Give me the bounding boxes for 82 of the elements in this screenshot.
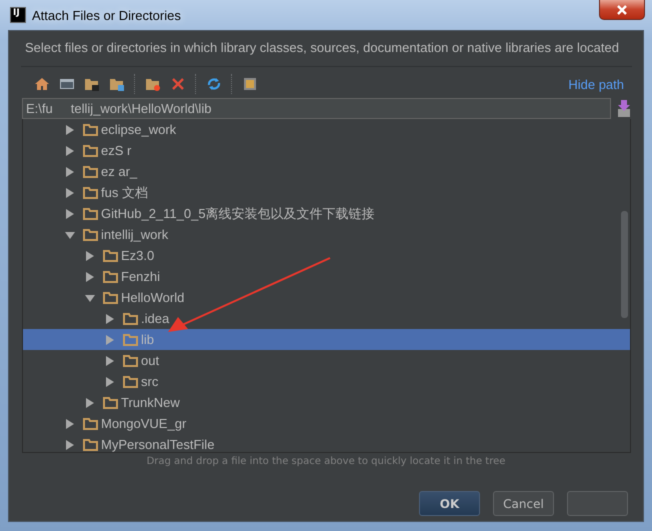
folder-name: HelloWorld: [121, 290, 184, 305]
expand-arrow-icon[interactable]: [65, 418, 75, 428]
folder-name: ez ar_: [101, 164, 138, 179]
description-text: Select files or directories in which library classes, sources, documentation or native libraries are located: [24, 39, 620, 57]
folder-name: eclipse_work: [101, 122, 176, 137]
refresh-icon[interactable]: [206, 76, 222, 92]
tree-row[interactable]: HelloWorld: [23, 287, 630, 308]
folder-name: MongoVUE_gr: [101, 416, 186, 431]
tree-row[interactable]: GitHub_2_11_0_5离线安装包以及文件下载链接: [23, 203, 630, 224]
expand-arrow-icon[interactable]: [65, 208, 75, 218]
expand-arrow-icon[interactable]: [65, 188, 75, 198]
folder-icon: [83, 123, 98, 136]
window-title: Attach Files or Directories: [32, 8, 181, 22]
folder-icon: [123, 354, 138, 367]
folder-name: intellij_work: [101, 227, 168, 242]
folder-icon: [103, 249, 118, 262]
hide-path-link[interactable]: Hide path: [568, 76, 624, 92]
folder-icon: [123, 375, 138, 388]
folder-icon: [83, 165, 98, 178]
home-icon[interactable]: [34, 76, 50, 92]
tree-row[interactable]: Ez3.0: [23, 245, 630, 266]
folder-icon: [83, 144, 98, 157]
folder-name: src: [141, 374, 158, 389]
tree-row[interactable]: ezS r: [23, 140, 630, 161]
expand-arrow-icon[interactable]: [65, 146, 75, 156]
tree-row[interactable]: Fenzhi: [23, 266, 630, 287]
folder-name: Ez3.0: [121, 248, 154, 263]
delete-icon[interactable]: [170, 76, 186, 92]
expand-arrow-icon[interactable]: [105, 314, 115, 324]
tree-row[interactable]: fus 文档: [23, 182, 630, 203]
expand-arrow-icon[interactable]: [105, 376, 115, 386]
expand-arrow-icon[interactable]: [65, 124, 75, 134]
folder-name: ezS r: [101, 143, 132, 158]
folder-name: fus 文档: [101, 184, 148, 202]
window-icon[interactable]: [59, 76, 75, 92]
folder-name: out: [141, 353, 160, 368]
dialog-button[interactable]: OK: [419, 491, 480, 516]
folder-name: Fenzhi: [121, 269, 160, 284]
folder-icon: [83, 186, 98, 199]
folder-name: TrunkNew: [121, 395, 180, 410]
new-folder-icon[interactable]: [145, 76, 161, 92]
download-icon[interactable]: [617, 100, 631, 118]
close-icon: [616, 4, 628, 14]
folder-icon: [103, 270, 118, 283]
folder-icon: [83, 417, 98, 430]
path-field[interactable]: E:\fu tellij_work\HelloWorld\lib: [22, 98, 611, 119]
folder-icon: [103, 291, 118, 304]
folder-name: .idea: [141, 311, 170, 326]
expand-arrow-icon[interactable]: [105, 356, 115, 366]
tree-row[interactable]: MyPersonalTestFile: [23, 434, 630, 452]
folder-name: lib: [141, 332, 154, 347]
tree-row[interactable]: TrunkNew: [23, 392, 630, 413]
folder-icon: [83, 228, 98, 241]
folder-icon[interactable]: [109, 76, 125, 92]
folder-name: MyPersonalTestFile: [101, 437, 214, 452]
tree-row[interactable]: MongoVUE_gr: [23, 413, 630, 434]
folder-icon: [83, 207, 98, 220]
expand-arrow-icon[interactable]: [65, 166, 75, 176]
expand-arrow-icon[interactable]: [85, 398, 95, 408]
drag-drop-hint: Drag and drop a file into the space above to quickly locate it in the tree: [146, 456, 506, 467]
close-button[interactable]: [599, 0, 645, 20]
folder-icon: [123, 312, 138, 325]
folder-name: GitHub_2_11_0_5离线安装包以及文件下载链接: [101, 204, 375, 222]
collapse-arrow-icon[interactable]: [85, 292, 95, 302]
expand-arrow-icon[interactable]: [65, 440, 75, 450]
scrollbar-thumb[interactable]: [621, 211, 628, 318]
chip-icon[interactable]: [242, 76, 258, 92]
tree-row[interactable]: eclipse_work: [23, 119, 630, 140]
app-logo: IJ: [10, 7, 26, 23]
tree-row[interactable]: ez ar_: [23, 161, 630, 182]
folder-icon: [83, 438, 98, 451]
tree-row[interactable]: src: [23, 371, 630, 392]
expand-arrow-icon[interactable]: [85, 272, 95, 282]
folder-icon: [103, 396, 118, 409]
folder-icon: [123, 333, 138, 346]
tree-row[interactable]: intellij_work: [23, 224, 630, 245]
tree-row[interactable]: out: [23, 350, 630, 371]
folder-icon[interactable]: [84, 76, 100, 92]
collapse-arrow-icon[interactable]: [65, 230, 75, 240]
dialog-button[interactable]: Cancel: [493, 491, 554, 516]
tree-row[interactable]: .idea: [23, 308, 630, 329]
expand-arrow-icon[interactable]: [85, 250, 95, 260]
